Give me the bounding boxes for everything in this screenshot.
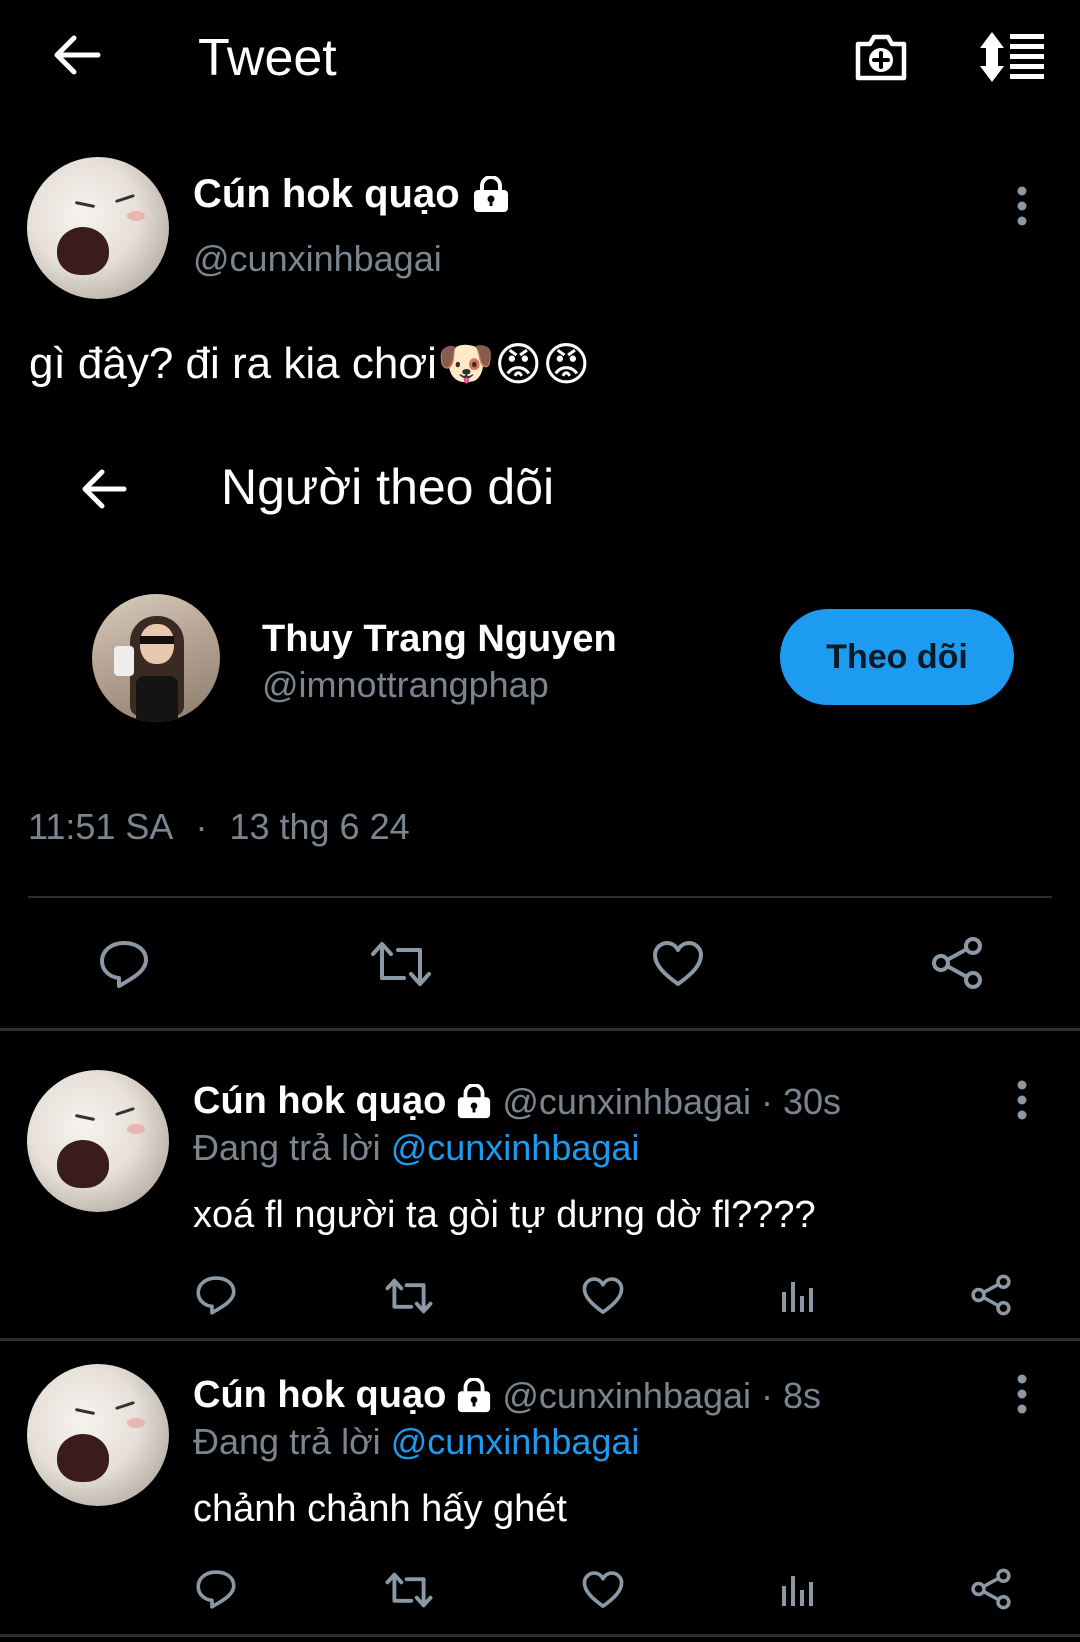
reply-text: chảnh chảnh hấy ghét [193,1488,567,1530]
lock-icon [456,1083,492,1120]
avatar[interactable] [27,1364,169,1506]
reply-meta: @cunxinhbagai · 8s [502,1374,822,1416]
replying-to-mention[interactable]: @cunxinhbagai [391,1421,640,1462]
lock-icon [456,1377,492,1414]
angry-face-emoji: 😡 [494,337,543,390]
analytics-icon[interactable] [780,1278,816,1314]
replying-to-label: Đang trả lời [193,1421,381,1462]
follower-name: Thuy Trang Nguyen [262,618,617,660]
reply-text: xoá fl người ta gòi tự dưng dờ fl???? [193,1194,816,1236]
retweet-icon[interactable] [385,1276,433,1316]
follow-button: Theo dõi [780,609,1014,705]
follower-handle: @imnottrangphap [262,664,549,705]
like-icon[interactable] [582,1570,624,1610]
more-options-icon[interactable] [1010,1080,1034,1120]
divider [0,1338,1080,1341]
quoted-screen-title: Người theo dõi [221,459,555,515]
retweet-icon[interactable] [370,938,432,990]
quoted-back-arrow-icon [80,466,128,512]
reply-meta: @cunxinhbagai · 30s [502,1080,842,1122]
back-arrow-icon[interactable] [52,30,102,80]
page-title: Tweet [198,29,337,87]
divider [0,1028,1080,1031]
user-handle[interactable]: @cunxinhbagai [193,238,442,280]
reply-icon[interactable] [195,1568,237,1610]
more-options-icon[interactable] [1010,1374,1034,1414]
follower-avatar [92,594,220,722]
sort-timeline-icon[interactable] [978,30,1048,84]
tweet-time: 11:51 SA [28,806,174,847]
more-options-icon[interactable] [1010,186,1034,226]
reply-display-name[interactable]: Cún hok quạo [193,1080,446,1123]
dog-face-emoji: 🐶 [436,337,495,389]
reply-display-name[interactable]: Cún hok quạo [193,1374,446,1417]
divider [0,1634,1080,1637]
like-icon[interactable] [582,1276,624,1316]
lock-icon [472,175,510,214]
reply-icon[interactable] [195,1274,237,1316]
analytics-icon[interactable] [780,1572,816,1608]
avatar[interactable] [27,157,169,299]
camera-add-icon[interactable] [852,28,910,86]
share-icon[interactable] [970,1568,1012,1610]
avatar[interactable] [27,1070,169,1212]
replying-to-mention[interactable]: @cunxinhbagai [391,1127,640,1168]
share-icon[interactable] [970,1274,1012,1316]
separator-dot: · [195,806,208,847]
tweet-date: 13 thg 6 24 [229,806,410,847]
retweet-icon[interactable] [385,1570,433,1610]
replying-to-label: Đang trả lời [193,1127,381,1168]
divider [28,896,1052,898]
like-icon[interactable] [652,940,704,988]
reply-icon[interactable] [98,938,150,990]
display-name[interactable]: Cún hok quạo [193,172,460,217]
share-icon[interactable] [930,936,984,990]
angry-face-emoji: 😡 [542,337,591,390]
tweet-text: gì đây? đi ra kia chơi [29,338,437,388]
